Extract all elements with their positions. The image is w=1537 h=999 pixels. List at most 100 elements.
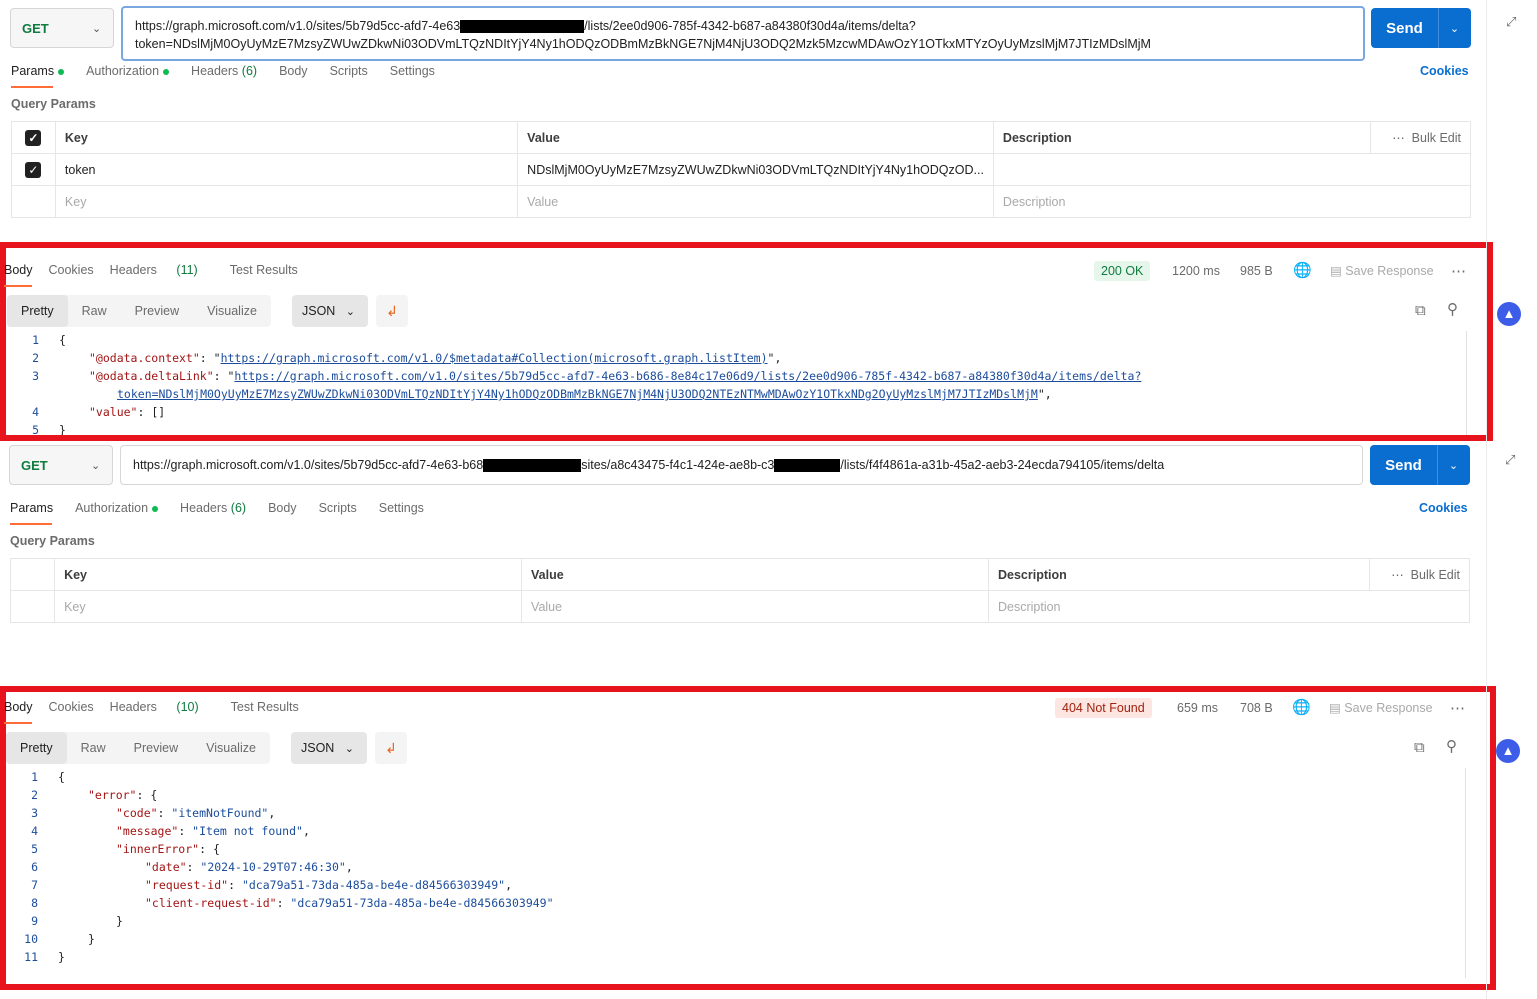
wrap-lines-icon[interactable]: ↲	[376, 295, 408, 327]
response-body[interactable]: 1 2 3 4 5 { "@odata.context": "https://g…	[0, 331, 1460, 435]
expand-icon[interactable]: ⤢	[1506, 14, 1516, 30]
tab-params[interactable]: Params	[10, 501, 53, 515]
cookies-link[interactable]: Cookies	[1419, 501, 1468, 515]
tab-settings[interactable]: Settings	[379, 501, 424, 515]
bulk-edit-button[interactable]: ⋯ Bulk Edit	[1391, 567, 1460, 582]
tab-authorization[interactable]: Authorization	[86, 64, 170, 78]
param-key[interactable]: token	[54, 153, 519, 186]
format-select[interactable]: JSON ⌄	[291, 732, 367, 764]
view-raw[interactable]: Raw	[68, 295, 121, 327]
search-icon[interactable]: ⚲	[1446, 737, 1457, 755]
right-sidebar	[1486, 0, 1487, 999]
request-tabs: Params Authorization Headers (6) Body Sc…	[11, 64, 457, 78]
tab-body[interactable]: Body	[4, 263, 33, 277]
tab-headers[interactable]: Headers (6)	[180, 501, 246, 515]
tab-scripts[interactable]: Scripts	[319, 501, 357, 515]
chevron-down-icon: ⌄	[92, 22, 102, 35]
tab-cookies[interactable]: Cookies	[49, 700, 94, 714]
wrap-lines-icon[interactable]: ↲	[375, 732, 407, 764]
active-tab-indicator	[4, 285, 32, 287]
tab-settings[interactable]: Settings	[390, 64, 435, 78]
redacted-block	[483, 459, 582, 473]
tab-body[interactable]: Body	[4, 700, 33, 714]
response-size[interactable]: 708 B	[1240, 701, 1273, 715]
copy-icon[interactable]: ⧉	[1414, 739, 1425, 756]
json-link[interactable]: https://graph.microsoft.com/v1.0/sites/5…	[234, 369, 1141, 383]
assistant-icon[interactable]: ▲	[1497, 302, 1521, 326]
response-body[interactable]: 1 2 3 4 5 6 7 8 9 10 11 { "error": { "co…	[0, 768, 1460, 978]
method-select[interactable]: GET ⌄	[9, 445, 113, 485]
row-checkbox[interactable]: ✓	[25, 161, 42, 178]
tab-authorization[interactable]: Authorization	[75, 501, 159, 515]
tab-body[interactable]: Body	[268, 501, 297, 515]
response-time[interactable]: 659 ms	[1177, 701, 1218, 715]
tab-test-results[interactable]: Test Results	[230, 263, 298, 277]
copy-icon[interactable]: ⧉	[1415, 302, 1426, 319]
tab-params[interactable]: Params	[11, 64, 65, 78]
url-input[interactable]: https://graph.microsoft.com/v1.0/sites/5…	[121, 6, 1365, 61]
active-tab-indicator	[10, 523, 52, 525]
bulk-edit-button[interactable]: ⋯ Bulk Edit	[1392, 130, 1461, 145]
param-value[interactable]: NDslMjM0OyUyMzE7MzsyZWUwZDkwNi03ODVmLTQz…	[517, 153, 994, 186]
globe-icon[interactable]: 🌐	[1292, 698, 1311, 716]
cookies-link[interactable]: Cookies	[1420, 64, 1469, 78]
send-label: Send	[1386, 19, 1423, 37]
tab-cookies[interactable]: Cookies	[49, 263, 94, 277]
expand-icon[interactable]: ⤢	[1505, 452, 1515, 468]
active-tab-indicator	[4, 722, 32, 724]
chevron-down-icon[interactable]: ⌄	[1438, 459, 1469, 472]
save-response-button[interactable]: ▤ Save Response	[1330, 263, 1434, 278]
json-link[interactable]: token=NDslMjM0OyUyMzE7MzsyZWUwZDkwNi03OD…	[117, 387, 1038, 401]
query-params-label: Query Params	[11, 97, 96, 111]
status-badge[interactable]: 200 OK	[1094, 261, 1151, 281]
view-raw[interactable]: Raw	[67, 732, 120, 764]
tab-test-results[interactable]: Test Results	[231, 700, 299, 714]
response-size[interactable]: 985 B	[1240, 264, 1273, 278]
more-icon[interactable]: ⋯	[1451, 262, 1466, 280]
more-icon[interactable]: ⋯	[1450, 699, 1465, 717]
assistant-icon[interactable]: ▲	[1496, 739, 1520, 763]
tab-headers[interactable]: Headers (11)	[110, 263, 214, 277]
response-tabs: Body Cookies Headers (11) Test Results	[4, 263, 314, 277]
redacted-block	[774, 459, 841, 473]
send-button[interactable]: Send ⌄	[1370, 445, 1470, 485]
globe-icon[interactable]: 🌐	[1293, 261, 1312, 279]
url-input[interactable]: https://graph.microsoft.com/v1.0/sites/5…	[120, 445, 1363, 485]
new-value-input[interactable]: Value	[517, 185, 994, 218]
view-preview[interactable]: Preview	[120, 732, 192, 764]
url-part: /lists/2ee0d906-785f-4342-b687-a84380f30…	[584, 19, 916, 33]
view-visualize[interactable]: Visualize	[193, 295, 271, 327]
save-icon: ▤	[1329, 701, 1341, 715]
select-all-checkbox[interactable]: ✓	[25, 129, 42, 146]
view-visualize[interactable]: Visualize	[192, 732, 270, 764]
tab-scripts[interactable]: Scripts	[330, 64, 368, 78]
format-select[interactable]: JSON ⌄	[292, 295, 368, 327]
new-key-input[interactable]: Key	[54, 185, 519, 218]
format-label: JSON	[301, 741, 335, 755]
method-select[interactable]: GET ⌄	[10, 8, 114, 48]
view-pretty[interactable]: Pretty	[6, 732, 67, 764]
new-description-input[interactable]: Description	[992, 185, 1472, 218]
save-response-button[interactable]: ▤ Save Response	[1329, 700, 1433, 715]
response-time[interactable]: 1200 ms	[1172, 264, 1220, 278]
json-link[interactable]: https://graph.microsoft.com/v1.0/$metada…	[221, 351, 768, 365]
chevron-down-icon: ⌄	[345, 305, 355, 318]
new-description-input[interactable]: Description	[987, 590, 1471, 623]
tab-headers[interactable]: Headers (10)	[110, 700, 215, 714]
view-pretty[interactable]: Pretty	[7, 295, 68, 327]
scrollbar[interactable]	[1466, 331, 1467, 435]
save-icon: ▤	[1330, 264, 1342, 278]
column-key: Key	[54, 121, 519, 154]
send-button[interactable]: Send ⌄	[1371, 8, 1471, 48]
new-key-input[interactable]: Key	[54, 590, 523, 623]
chevron-down-icon[interactable]: ⌄	[1439, 22, 1470, 35]
search-icon[interactable]: ⚲	[1447, 300, 1458, 318]
param-description[interactable]	[992, 153, 1472, 186]
tab-body[interactable]: Body	[279, 64, 308, 78]
view-preview[interactable]: Preview	[121, 295, 193, 327]
tab-headers[interactable]: Headers (6)	[191, 64, 257, 78]
active-tab-indicator	[11, 86, 53, 88]
status-badge[interactable]: 404 Not Found	[1055, 698, 1152, 718]
new-value-input[interactable]: Value	[521, 590, 989, 623]
scrollbar[interactable]	[1465, 768, 1466, 978]
